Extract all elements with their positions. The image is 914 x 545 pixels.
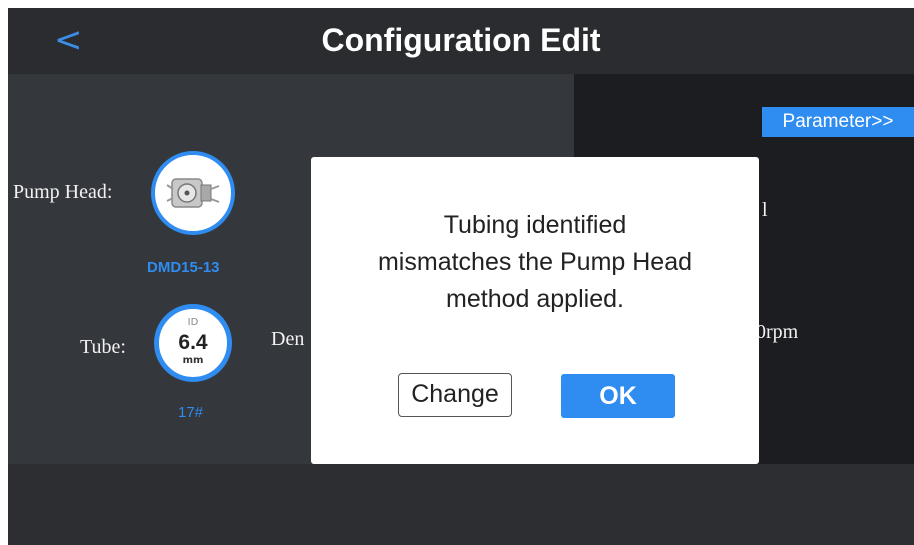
dialog-message: Tubing identified mismatches the Pump He… [311, 207, 759, 318]
change-button[interactable]: Change [398, 373, 512, 417]
pump-head-model: DMD15-13 [147, 259, 220, 276]
tube-selector[interactable]: ID 6.4 mm [154, 304, 232, 382]
pump-head-label: Pump Head: [13, 181, 113, 203]
tube-label: Tube: [80, 336, 126, 358]
dialog-message-line-3: method applied. [446, 285, 624, 313]
tube-code: 17# [178, 404, 204, 421]
ok-button[interactable]: OK [561, 374, 675, 418]
tube-size-value: 6.4 [178, 331, 208, 354]
header-bar: < Configuration Edit [8, 8, 914, 74]
right-value-1: l [762, 199, 768, 221]
bottom-bar [8, 464, 914, 545]
dialog-message-line-2: mismatches the Pump Head [377, 248, 693, 276]
page-title: Configuration Edit [321, 22, 601, 58]
mismatch-dialog: Tubing identified mismatches the Pump He… [311, 157, 759, 464]
density-label-partial: Den [271, 328, 305, 350]
dialog-message-line-1: Tubing identified [443, 211, 627, 239]
parameter-button[interactable]: Parameter>> [762, 107, 914, 137]
tube-size-unit: mm [182, 355, 204, 366]
pump-head-icon [166, 178, 220, 208]
pump-head-selector[interactable] [151, 151, 235, 235]
app-screen: < Configuration Edit Pump Head: DMD15-13… [8, 8, 914, 545]
tube-id-caption: ID [187, 317, 199, 328]
